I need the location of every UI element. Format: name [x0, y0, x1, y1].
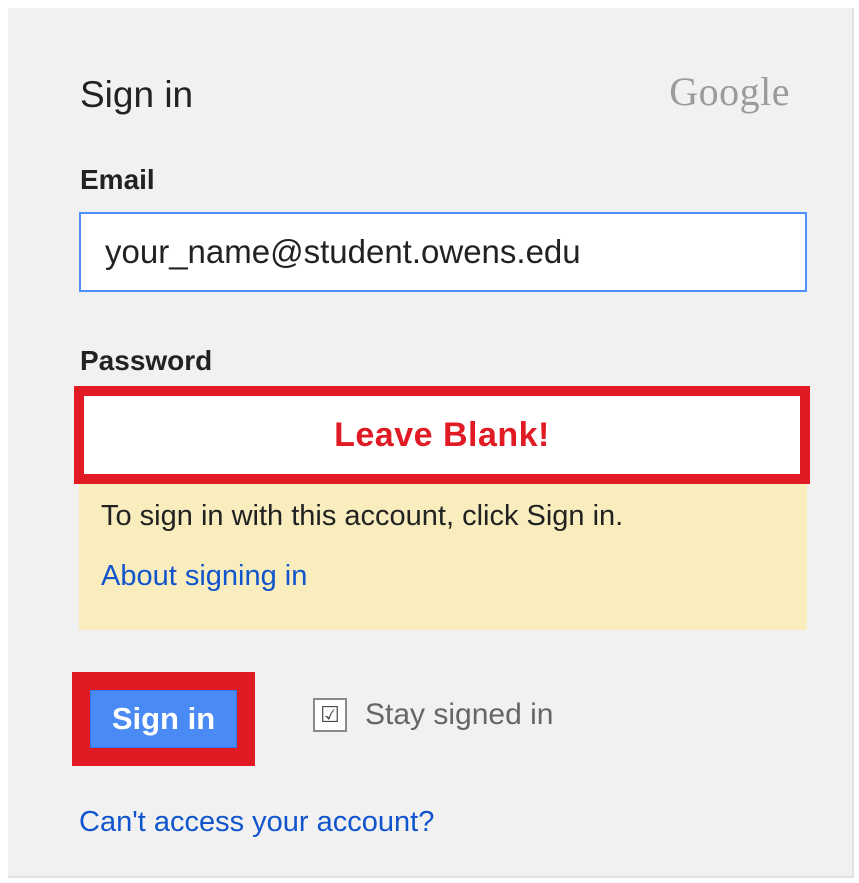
signin-button[interactable]: Sign in: [90, 690, 237, 748]
checkmark-icon: ☑: [320, 702, 340, 727]
signin-button-highlight: Sign in: [72, 672, 255, 766]
signin-notice: To sign in with this account, click Sign…: [79, 484, 807, 630]
leave-blank-annotation: Leave Blank!: [334, 415, 550, 454]
signin-card: Sign in Google Email Password Leave Blan…: [8, 8, 854, 878]
email-label: Email: [80, 164, 155, 195]
notice-text: To sign in with this account, click Sign…: [101, 500, 624, 532]
password-field-annotated[interactable]: Leave Blank!: [74, 386, 810, 484]
google-logo: Google: [669, 69, 790, 114]
password-label: Password: [80, 345, 213, 376]
about-signing-in-link[interactable]: About signing in: [101, 560, 307, 593]
stay-signed-in-label: Stay signed in: [365, 698, 554, 731]
stay-signed-in-control[interactable]: ☑ Stay signed in: [313, 698, 553, 732]
stay-signed-in-checkbox[interactable]: ☑: [313, 698, 347, 732]
email-input[interactable]: [79, 212, 807, 292]
cant-access-account-link[interactable]: Can't access your account?: [79, 806, 434, 839]
page-title: Sign in: [80, 74, 194, 115]
